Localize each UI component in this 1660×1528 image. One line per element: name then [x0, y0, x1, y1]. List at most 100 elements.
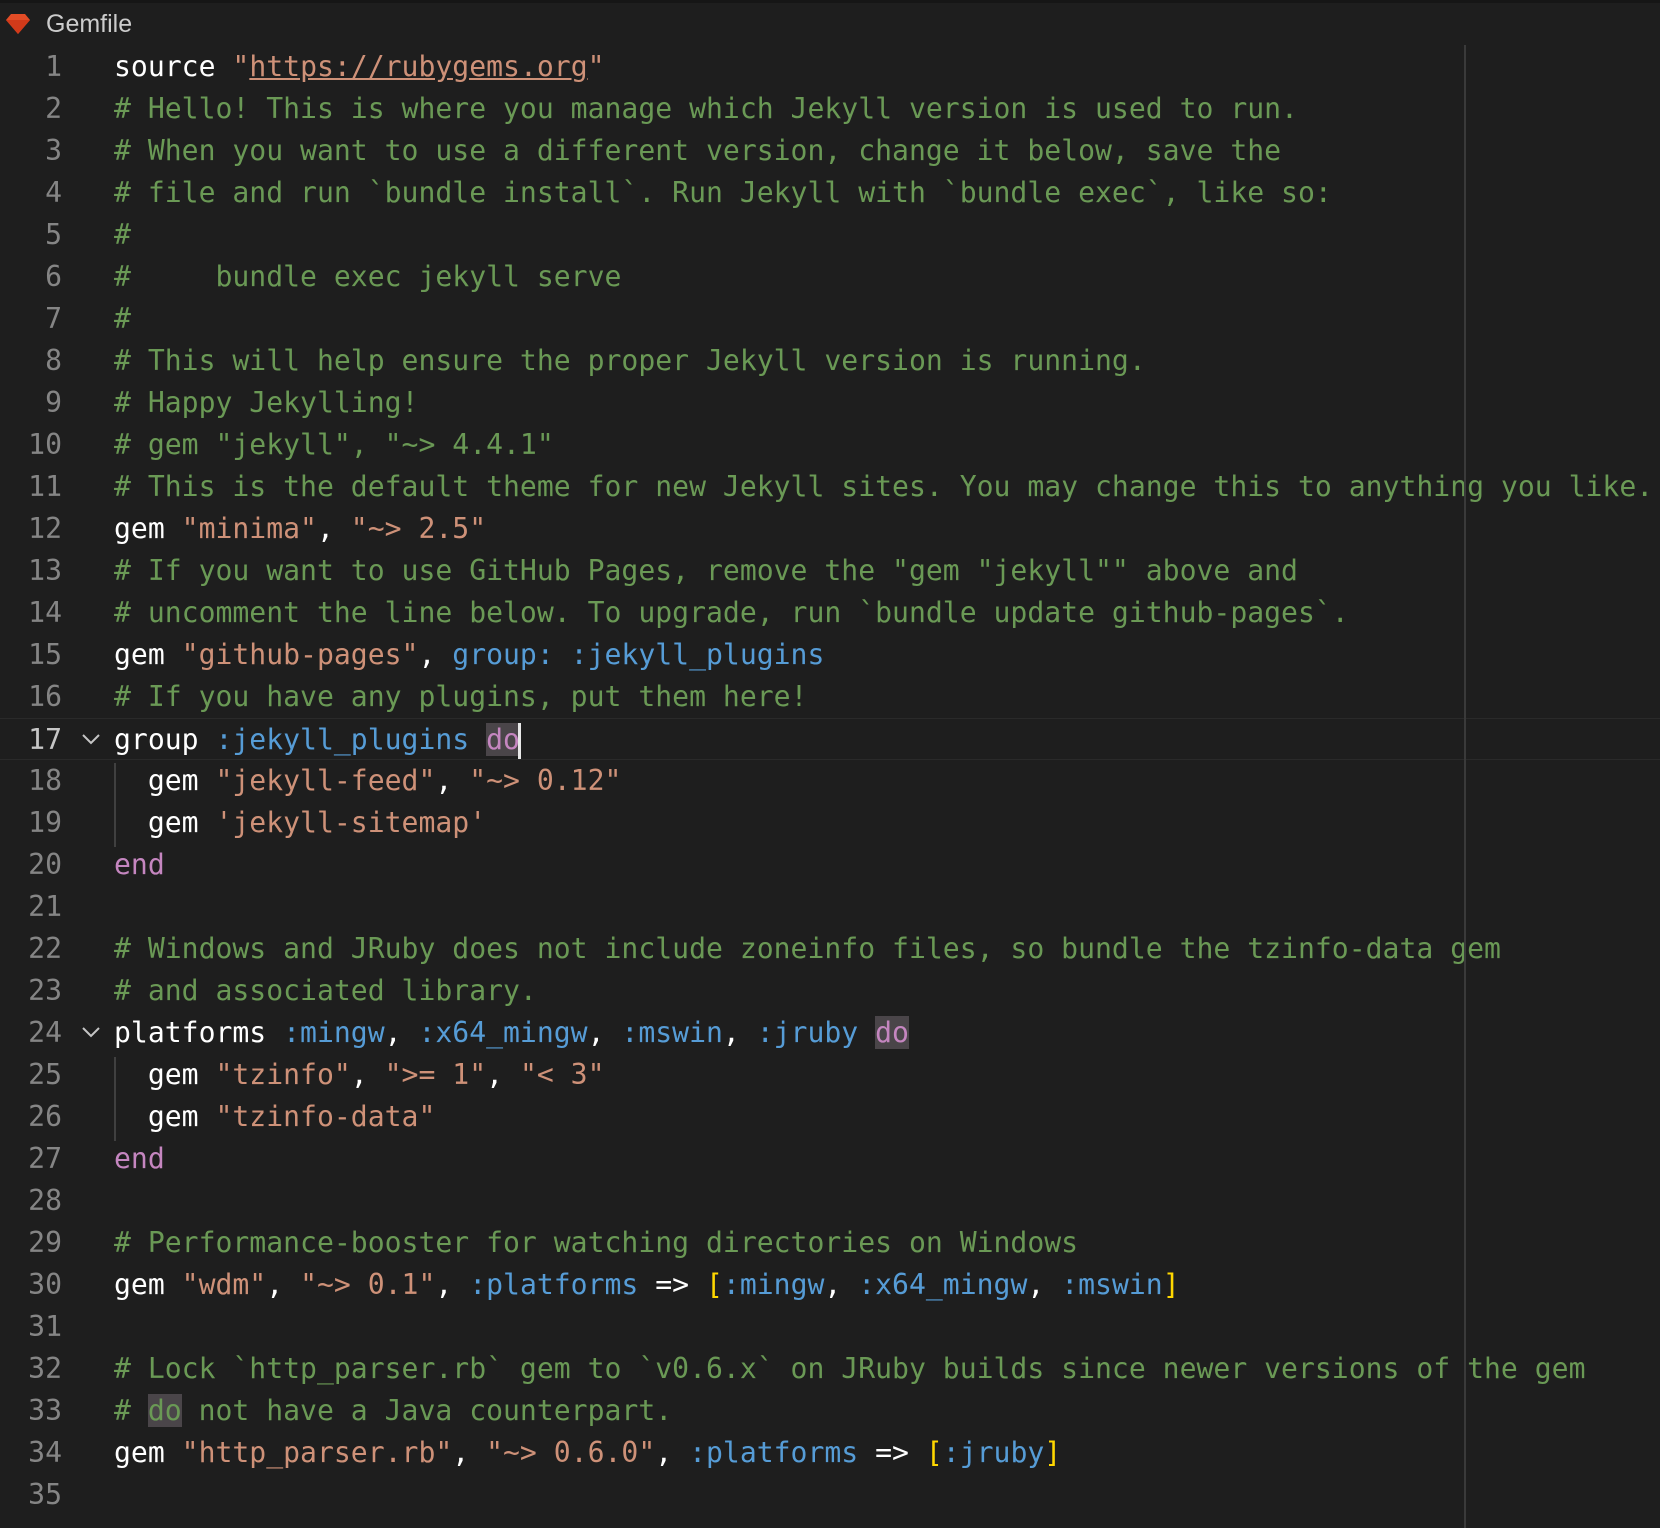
- code-line[interactable]: 35: [0, 1474, 1660, 1516]
- code-line[interactable]: 1 source "https://rubygems.org": [0, 46, 1660, 88]
- line-number[interactable]: 35: [28, 1474, 62, 1516]
- line-number[interactable]: 22: [28, 928, 62, 970]
- code-line[interactable]: 31: [0, 1306, 1660, 1348]
- code-token: "tzinfo-data": [215, 1100, 436, 1133]
- line-number[interactable]: 19: [28, 802, 62, 844]
- line-number[interactable]: 30: [28, 1264, 62, 1306]
- line-number[interactable]: 21: [28, 886, 62, 928]
- code-token: # gem "jekyll", "~> 4.4.1": [114, 428, 554, 461]
- line-number[interactable]: 9: [45, 382, 62, 424]
- line-number[interactable]: 3: [45, 130, 62, 172]
- fold-chevron-icon[interactable]: [80, 1021, 102, 1043]
- code-text: # Performance-booster for watching direc…: [114, 1222, 1078, 1264]
- line-number[interactable]: 10: [28, 424, 62, 466]
- line-number[interactable]: 8: [45, 340, 62, 382]
- line-number[interactable]: 23: [28, 970, 62, 1012]
- line-number[interactable]: 15: [28, 634, 62, 676]
- code-token: # Happy Jekylling!: [114, 386, 419, 419]
- line-number[interactable]: 16: [28, 676, 62, 718]
- code-line[interactable]: 19 gem 'jekyll-sitemap': [0, 802, 1660, 844]
- code-line[interactable]: 5 #: [0, 214, 1660, 256]
- code-line[interactable]: 21: [0, 886, 1660, 928]
- code-text: end: [114, 1138, 165, 1180]
- code-token: ,: [435, 1268, 470, 1301]
- code-line[interactable]: 24 platforms :mingw, :x64_mingw, :mswin, …: [0, 1012, 1660, 1054]
- code-token: ,: [655, 1436, 690, 1469]
- code-line[interactable]: 13 # If you want to use GitHub Pages, rem…: [0, 550, 1660, 592]
- code-line[interactable]: 20 end: [0, 844, 1660, 886]
- line-number[interactable]: 12: [28, 508, 62, 550]
- code-text: # Lock `http_parser.rb` gem to `v0.6.x` …: [114, 1348, 1586, 1390]
- line-number[interactable]: 20: [28, 844, 62, 886]
- line-number[interactable]: 28: [28, 1180, 62, 1222]
- code-token: gem: [114, 512, 182, 545]
- code-line[interactable]: 4 # file and run `bundle install`. Run Je…: [0, 172, 1660, 214]
- code-token: :mswin: [621, 1016, 723, 1049]
- line-number[interactable]: 7: [45, 298, 62, 340]
- code-line[interactable]: 22 # Windows and JRuby does not include z…: [0, 928, 1660, 970]
- code-line[interactable]: 7 #: [0, 298, 1660, 340]
- line-number[interactable]: 25: [28, 1054, 62, 1096]
- code-token: # file and run `bundle install`. Run Jek…: [114, 176, 1332, 209]
- code-editor[interactable]: 1 source "https://rubygems.org" 2 # Hello! …: [0, 45, 1660, 1528]
- code-token: ,: [350, 1058, 385, 1091]
- code-token: ,: [384, 1016, 419, 1049]
- code-text: # This will help ensure the proper Jekyl…: [114, 340, 1146, 382]
- code-line[interactable]: 2 # Hello! This is where you manage which…: [0, 88, 1660, 130]
- code-line[interactable]: 25 gem "tzinfo", ">= 1", "< 3": [0, 1054, 1660, 1096]
- code-line[interactable]: 8 # This will help ensure the proper Jeky…: [0, 340, 1660, 382]
- code-line[interactable]: 12 gem "minima", "~> 2.5": [0, 508, 1660, 550]
- line-number[interactable]: 26: [28, 1096, 62, 1138]
- line-number[interactable]: 33: [28, 1390, 62, 1432]
- code-text: gem "http_parser.rb", "~> 0.6.0", :platf…: [114, 1432, 1061, 1474]
- line-number[interactable]: 13: [28, 550, 62, 592]
- code-text: gem "minima", "~> 2.5": [114, 508, 486, 550]
- code-line[interactable]: 10 # gem "jekyll", "~> 4.4.1": [0, 424, 1660, 466]
- code-line[interactable]: 6 # bundle exec jekyll serve: [0, 256, 1660, 298]
- line-number[interactable]: 32: [28, 1348, 62, 1390]
- code-token: # and associated library.: [114, 974, 537, 1007]
- line-number[interactable]: 18: [28, 760, 62, 802]
- code-line[interactable]: 32 # Lock `http_parser.rb` gem to `v0.6.x…: [0, 1348, 1660, 1390]
- code-line[interactable]: 14 # uncomment the line below. To upgrade…: [0, 592, 1660, 634]
- code-text: gem "wdm", "~> 0.1", :platforms => [:min…: [114, 1264, 1180, 1306]
- code-line[interactable]: 18 gem "jekyll-feed", "~> 0.12": [0, 760, 1660, 802]
- line-number[interactable]: 27: [28, 1138, 62, 1180]
- code-line[interactable]: 33 # do not have a Java counterpart.: [0, 1390, 1660, 1432]
- line-number[interactable]: 29: [28, 1222, 62, 1264]
- code-token: =>: [638, 1268, 706, 1301]
- line-number[interactable]: 14: [28, 592, 62, 634]
- line-number[interactable]: 4: [45, 172, 62, 214]
- code-line[interactable]: 29 # Performance-booster for watching dir…: [0, 1222, 1660, 1264]
- line-number[interactable]: 24: [28, 1012, 62, 1054]
- code-line[interactable]: 27 end: [0, 1138, 1660, 1180]
- code-line[interactable]: 11 # This is the default theme for new Je…: [0, 466, 1660, 508]
- code-line[interactable]: 9 # Happy Jekylling!: [0, 382, 1660, 424]
- code-line[interactable]: 30 gem "wdm", "~> 0.1", :platforms => [:m…: [0, 1264, 1660, 1306]
- code-line[interactable]: 15 gem "github-pages", group: :jekyll_plu…: [0, 634, 1660, 676]
- code-token: :mingw: [283, 1016, 385, 1049]
- line-number[interactable]: 6: [45, 256, 62, 298]
- code-line[interactable]: 34 gem "http_parser.rb", "~> 0.6.0", :pla…: [0, 1432, 1660, 1474]
- line-number[interactable]: 34: [28, 1432, 62, 1474]
- fold-chevron-icon[interactable]: [80, 728, 102, 750]
- code-token: #: [114, 218, 131, 251]
- line-number[interactable]: 11: [28, 466, 62, 508]
- code-token: source: [114, 50, 233, 83]
- line-number[interactable]: 2: [45, 88, 62, 130]
- ruby-gem-icon: [6, 14, 30, 34]
- code-text: #: [114, 298, 131, 340]
- line-number[interactable]: 31: [28, 1306, 62, 1348]
- code-line[interactable]: 23 # and associated library.: [0, 970, 1660, 1012]
- line-number[interactable]: 5: [45, 214, 62, 256]
- code-line[interactable]: 17 group :jekyll_plugins do: [0, 718, 1660, 760]
- code-token: gem: [114, 1100, 216, 1133]
- code-token: # bundle exec jekyll serve: [114, 260, 622, 293]
- code-line[interactable]: 16 # If you have any plugins, put them he…: [0, 676, 1660, 718]
- line-number[interactable]: 1: [45, 46, 62, 88]
- code-line[interactable]: 28: [0, 1180, 1660, 1222]
- code-line[interactable]: 26 gem "tzinfo-data": [0, 1096, 1660, 1138]
- code-token: ,: [418, 638, 453, 671]
- line-number[interactable]: 17: [28, 719, 62, 761]
- code-line[interactable]: 3 # When you want to use a different vers…: [0, 130, 1660, 172]
